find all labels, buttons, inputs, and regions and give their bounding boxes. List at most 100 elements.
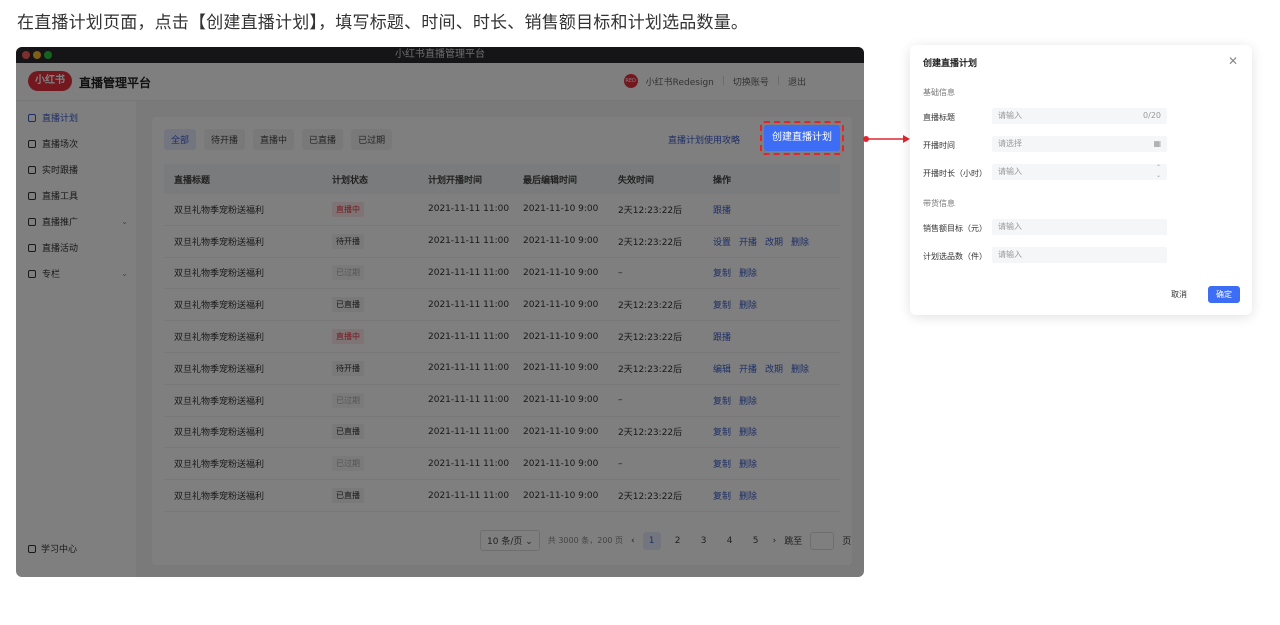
flag-icon	[28, 243, 36, 252]
instruction-text: 在直播计划页面，点击【创建直播计划】，填写标题、时间、时长、销售额目标和计划选品…	[17, 13, 749, 33]
row-actions: 设置 开播 改期 删除	[713, 235, 840, 248]
row-title: 双旦礼物季宠粉送福利	[174, 205, 265, 216]
row-action-link[interactable]: 复制	[713, 394, 731, 407]
column-header: 直播标题	[174, 175, 211, 186]
row-edited-time: 2021-11-10 9:00	[523, 395, 599, 406]
switch-account-link[interactable]: 切换账号	[733, 75, 769, 88]
page-size-select[interactable]: 10 条/页 ⌄	[480, 530, 540, 551]
row-title: 双旦礼物季宠粉送福利	[174, 333, 265, 344]
row-edited-time: 2021-11-10 9:00	[523, 236, 599, 247]
sidebar-item-label: 直播工具	[42, 192, 79, 202]
confirm-button[interactable]: 确定	[1208, 286, 1240, 303]
chevron-down-icon: ⌄	[525, 537, 533, 547]
row-action-link[interactable]: 删除	[739, 266, 757, 279]
logout-link[interactable]: 退出	[788, 75, 806, 88]
column-header: 计划状态	[332, 175, 369, 186]
page-number[interactable]: 5	[747, 532, 765, 550]
row-action-link[interactable]: 删除	[739, 425, 757, 438]
row-action-link[interactable]: 复制	[713, 457, 731, 470]
prev-page-icon[interactable]: ‹	[631, 536, 635, 546]
row-action-link[interactable]: 删除	[739, 394, 757, 407]
sidebar-item-activities[interactable]: 直播活动	[28, 241, 128, 254]
next-page-icon[interactable]: ›	[773, 536, 777, 546]
user-name[interactable]: 小红书Redesign	[646, 75, 714, 88]
row-action-link[interactable]: 设置	[713, 235, 731, 248]
row-action-link[interactable]: 删除	[739, 457, 757, 470]
highlight-frame: 创建直播计划	[760, 121, 844, 155]
monitor-icon	[28, 165, 36, 174]
row-action-link[interactable]: 复制	[713, 489, 731, 502]
create-highlight: 创建直播计划	[758, 121, 848, 157]
calendar-icon: ▦	[1153, 139, 1161, 148]
sidebar-item-promotion[interactable]: 直播推广 ⌄	[28, 215, 128, 228]
row-start-time: 2021-11-11 11:00	[428, 363, 510, 374]
page-number[interactable]: 1	[642, 531, 661, 550]
brand-logo[interactable]: 小红书	[28, 71, 72, 91]
app-name: 直播管理平台	[79, 76, 152, 90]
sidebar-item-label: 直播场次	[42, 140, 79, 150]
row-action-link[interactable]: 删除	[791, 235, 809, 248]
row-action-link[interactable]: 删除	[739, 489, 757, 502]
sidebar-item-tools[interactable]: 直播工具	[28, 189, 128, 202]
title-input[interactable]: 请输入 0/20	[992, 108, 1167, 124]
row-title: 双旦礼物季宠粉送福利	[174, 396, 265, 407]
sidebar-item-live-sessions[interactable]: 直播场次	[28, 137, 128, 150]
create-plan-button[interactable]: 创建直播计划	[764, 125, 840, 151]
cancel-button[interactable]: 取消	[1171, 289, 1187, 300]
duration-input[interactable]: 请输入 ⌃ ⌄	[992, 164, 1167, 180]
item-count-input[interactable]: 请输入	[992, 247, 1167, 263]
page-number[interactable]: 3	[695, 532, 713, 550]
row-action-link[interactable]: 删除	[739, 298, 757, 311]
stepper-icon[interactable]: ⌃ ⌄	[1156, 164, 1161, 180]
status-badge: 待开播	[332, 233, 364, 249]
row-action-link[interactable]: 跟播	[713, 203, 731, 216]
filter-tab-pending[interactable]: 待开播	[204, 129, 246, 150]
chevron-down-icon: ⌄	[121, 217, 128, 226]
row-action-link[interactable]: 删除	[791, 362, 809, 375]
status-badge: 直播中	[332, 329, 364, 345]
row-action-link[interactable]: 改期	[765, 235, 783, 248]
divider: |	[776, 76, 780, 86]
table-row: 双旦礼物季宠粉送福利 已过期 2021-11-11 11:00 2021-11-10 …	[164, 448, 840, 481]
filter-tab-all[interactable]: 全部	[164, 129, 197, 150]
sidebar-item-realtime[interactable]: 实时跟播	[28, 163, 128, 176]
row-action-link[interactable]: 开播	[739, 362, 757, 375]
row-action-link[interactable]: 复制	[713, 425, 731, 438]
status-badge: 已直播	[332, 424, 364, 440]
filter-tab-done[interactable]: 已直播	[302, 129, 344, 150]
close-icon[interactable]: ✕	[1228, 54, 1238, 68]
row-edited-time: 2021-11-10 9:00	[523, 331, 599, 342]
row-expire-time: –	[618, 267, 623, 278]
row-actions: 复制 删除	[713, 394, 840, 407]
row-action-link[interactable]: 复制	[713, 266, 731, 279]
column-icon	[28, 269, 36, 278]
row-action-link[interactable]: 跟播	[713, 330, 731, 343]
status-badge: 已过期	[332, 392, 364, 408]
time-picker[interactable]: 请选择 ▦	[992, 136, 1167, 152]
avatar[interactable]: RED	[623, 74, 638, 88]
sidebar-item-column[interactable]: 专栏 ⌄	[28, 267, 128, 280]
connector-arrowhead	[903, 135, 910, 143]
learning-center-link[interactable]: 学习中心	[28, 542, 77, 555]
row-action-link[interactable]: 改期	[765, 362, 783, 375]
row-status: 直播中	[332, 329, 428, 345]
pagination: 10 条/页 ⌄ 共 3000 条，200 页 ‹ 1 2 3 4 5 › 跳至…	[480, 530, 851, 551]
row-expire-time: 2天12:23:22后	[618, 237, 683, 248]
filter-tab-expired[interactable]: 已过期	[351, 129, 393, 150]
page-number[interactable]: 2	[669, 532, 687, 550]
row-action-link[interactable]: 开播	[739, 235, 757, 248]
page-number[interactable]: 4	[721, 532, 739, 550]
guide-link[interactable]: 直播计划使用攻略	[668, 133, 740, 146]
filter-tab-live[interactable]: 直播中	[253, 129, 295, 150]
row-action-link[interactable]: 复制	[713, 298, 731, 311]
row-title: 双旦礼物季宠粉送福利	[174, 428, 265, 439]
plan-table: 直播标题 计划状态 计划开播时间 最后编辑时间 失效时间 操作 双旦礼物季宠粉送…	[164, 164, 840, 512]
jump-page-input[interactable]	[810, 531, 835, 550]
sales-placeholder: 请输入	[998, 222, 1022, 231]
sales-target-input[interactable]: 请输入	[992, 219, 1167, 235]
row-start-time: 2021-11-11 11:00	[428, 490, 510, 501]
sidebar-item-live-plan[interactable]: 直播计划	[28, 111, 128, 124]
chevron-down-icon: ⌄	[121, 269, 128, 278]
row-title: 双旦礼物季宠粉送福利	[174, 492, 265, 503]
row-action-link[interactable]: 编辑	[713, 362, 731, 375]
